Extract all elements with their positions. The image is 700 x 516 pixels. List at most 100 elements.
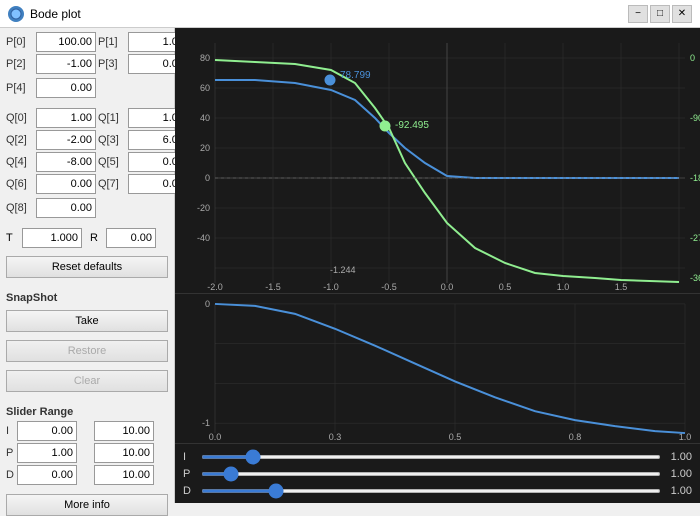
q1-label: Q[1] [98,112,126,124]
i-slider[interactable] [201,455,661,459]
title-bar: Bode plot − □ ✕ [0,0,700,28]
q6-row: Q[6] [6,174,96,194]
q8-label: Q[8] [6,202,34,214]
bode-svg: 80 60 40 20 0 -20 -40 -2.0 -1.5 -1.0 -0.… [175,28,700,293]
r-input[interactable] [106,228,156,248]
q2-label: Q[2] [6,134,34,146]
step-svg: 0 -1 0.0 0.3 0.5 0.8 1.0 [175,294,700,443]
app-icon [8,6,24,22]
i-slider-label: I [183,451,195,463]
r-label: R [90,232,102,244]
more-info-section: More info [6,494,168,516]
more-info-button[interactable]: More info [6,494,168,516]
svg-text:1.0: 1.0 [557,282,570,292]
svg-text:0.3: 0.3 [329,432,342,442]
p-max-input[interactable] [94,443,154,463]
bode-plot: dB Phase [175,28,700,293]
svg-text:0.0: 0.0 [441,282,454,292]
p0-input[interactable] [36,32,96,52]
i-range-label: I [6,425,14,437]
svg-text:0: 0 [205,173,210,183]
close-button[interactable]: ✕ [672,5,692,23]
p3-label: P[3] [98,58,126,70]
p1-label: P[1] [98,36,126,48]
svg-text:60: 60 [200,83,210,93]
q-params-grid: Q[0] Q[1] Q[2] Q[3] Q[4] Q[5] [6,108,168,194]
d-max-input[interactable] [94,465,154,485]
d-min-input[interactable] [17,465,77,485]
q0-row: Q[0] [6,108,96,128]
svg-text:-0.5: -0.5 [381,282,397,292]
reset-section: Reset defaults [6,256,168,278]
tr-row: T R [6,228,168,248]
q4-label: Q[4] [6,156,34,168]
window-controls: − □ ✕ [628,5,692,23]
i-slider-value: 1.00 [667,451,692,463]
svg-text:-92.495: -92.495 [395,120,429,131]
q4-input[interactable] [36,152,96,172]
q0-input[interactable] [36,108,96,128]
maximize-button[interactable]: □ [650,5,670,23]
p-slider[interactable] [201,472,661,476]
minimize-button[interactable]: − [628,5,648,23]
q4-row: Q[4] [6,152,96,172]
t-label: T [6,232,18,244]
main-content: P[0] P[1] P[2] P[3] P[4] Q[0] [0,28,700,503]
q2-input[interactable] [36,130,96,150]
q5-label: Q[5] [98,156,126,168]
svg-text:-20: -20 [197,203,210,213]
take-button[interactable]: Take [6,310,168,332]
window-title: Bode plot [30,7,81,21]
slider-range-label: Slider Range [6,406,168,418]
svg-text:-1.0: -1.0 [323,282,339,292]
i-max-input[interactable] [94,421,154,441]
svg-text:-90: -90 [690,113,700,123]
reset-defaults-button[interactable]: Reset defaults [6,256,168,278]
slider-section: I 1.00 P 1.00 D 1.00 [175,443,700,503]
p-min-input[interactable] [17,443,77,463]
d-slider-label: D [183,485,195,497]
svg-text:-1.244: -1.244 [330,265,356,275]
svg-text:1.5: 1.5 [615,282,628,292]
q2-row: Q[2] [6,130,96,150]
step-response: 0 -1 0.0 0.3 0.5 0.8 1.0 [175,293,700,443]
svg-text:-270: -270 [690,233,700,243]
p-range-label: P [6,447,14,459]
slider-range-grid: I P D [6,421,168,485]
q3-label: Q[3] [98,134,126,146]
p-slider-row: P 1.00 [183,468,692,480]
p-params-grid: P[0] P[1] P[2] P[3] [6,32,168,74]
svg-text:80: 80 [200,53,210,63]
q6-label: Q[6] [6,178,34,190]
d-slider[interactable] [201,489,661,493]
restore-button[interactable]: Restore [6,340,168,362]
snapshot-label: SnapShot [6,292,168,304]
p2-input[interactable] [36,54,96,74]
svg-text:-1.5: -1.5 [265,282,281,292]
p4-row: P[4] [6,78,168,98]
svg-text:-1: -1 [202,418,210,428]
q6-input[interactable] [36,174,96,194]
svg-text:0: 0 [205,299,210,309]
p4-input[interactable] [36,78,96,98]
clear-button[interactable]: Clear [6,370,168,392]
svg-text:0.5: 0.5 [499,282,512,292]
t-input[interactable] [22,228,82,248]
svg-text:-2.0: -2.0 [207,282,223,292]
take-section: Take [6,310,168,332]
d-slider-value: 1.00 [667,485,692,497]
svg-text:-360: -360 [690,273,700,283]
p2-row: P[2] [6,54,96,74]
svg-text:-180: -180 [690,173,700,183]
left-panel: P[0] P[1] P[2] P[3] P[4] Q[0] [0,28,175,503]
q8-input[interactable] [36,198,96,218]
i-min-input[interactable] [17,421,77,441]
svg-text:78.799: 78.799 [340,70,371,81]
i-slider-row: I 1.00 [183,451,692,463]
right-panel: dB Phase [175,28,700,503]
d-range-label: D [6,469,14,481]
clear-section: Clear [6,370,168,392]
d-slider-row: D 1.00 [183,485,692,497]
p4-label: P[4] [6,82,34,94]
p-slider-label: P [183,468,195,480]
